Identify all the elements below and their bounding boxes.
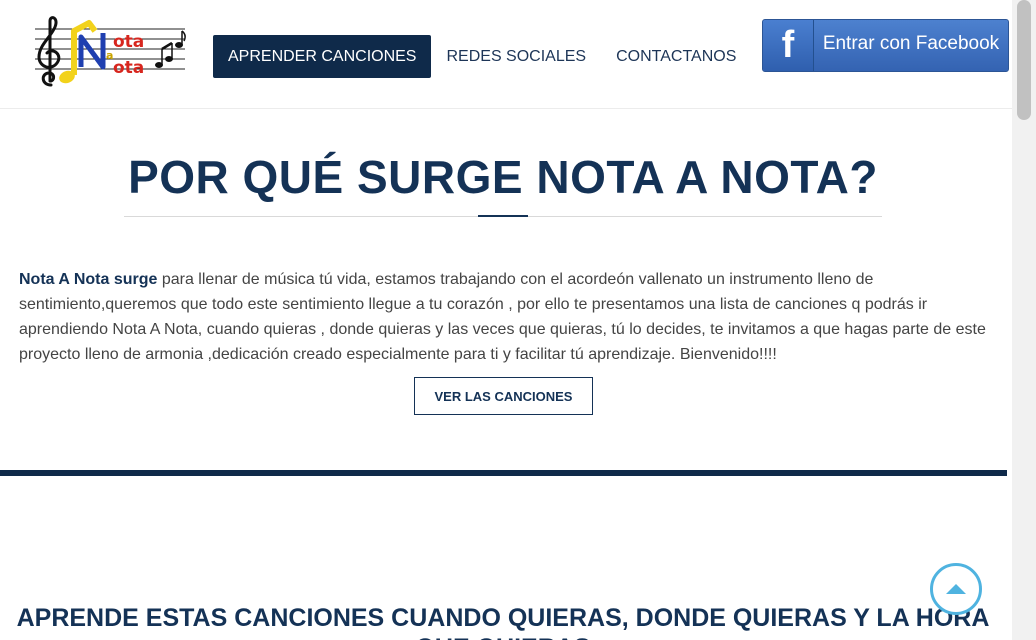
section-title-learn-songs: APRENDE ESTAS CANCIONES CUANDO QUIERAS, …	[16, 604, 990, 640]
page-title: POR QUÉ SURGE NOTA A NOTA?	[128, 151, 878, 203]
page: ota a ota APRENDER CANCIONES REDES SOCIA…	[0, 0, 1036, 640]
svg-text:ota: ota	[113, 32, 144, 52]
logo-graphic: ota a ota	[35, 16, 186, 87]
scrollbar-thumb[interactable]	[1017, 0, 1031, 120]
nav-item-aprender-canciones[interactable]: APRENDER CANCIONES	[213, 35, 432, 78]
site-header: ota a ota APRENDER CANCIONES REDES SOCIA…	[0, 0, 1012, 109]
facebook-icon-letter: f	[781, 24, 795, 66]
main-nav: APRENDER CANCIONES REDES SOCIALES CONTAC…	[213, 35, 751, 78]
facebook-login-button[interactable]: f Entrar con Facebook	[762, 19, 1009, 72]
back-to-top-button[interactable]	[930, 563, 982, 615]
facebook-login-label: Entrar con Facebook	[814, 20, 1008, 71]
intro-bold-text: Nota A Nota surge	[19, 271, 158, 288]
vertical-scrollbar[interactable]	[1012, 0, 1036, 640]
nav-item-contactanos[interactable]: CONTACTANOS	[601, 35, 751, 78]
title-divider-accent	[478, 215, 528, 217]
intro-paragraph: Nota A Nota surge para llenar de música …	[19, 267, 994, 367]
view-songs-button[interactable]: VER LAS CANCIONES	[414, 377, 593, 415]
nav-item-redes-sociales[interactable]: REDES SOCIALES	[431, 35, 601, 78]
site-logo[interactable]: ota a ota	[33, 15, 188, 90]
intro-body-text: para llenar de música tú vida, estamos t…	[19, 271, 986, 363]
section-divider	[0, 470, 1007, 476]
svg-text:ota: ota	[113, 58, 144, 78]
facebook-icon: f	[763, 20, 814, 71]
chevron-up-icon	[946, 584, 966, 594]
